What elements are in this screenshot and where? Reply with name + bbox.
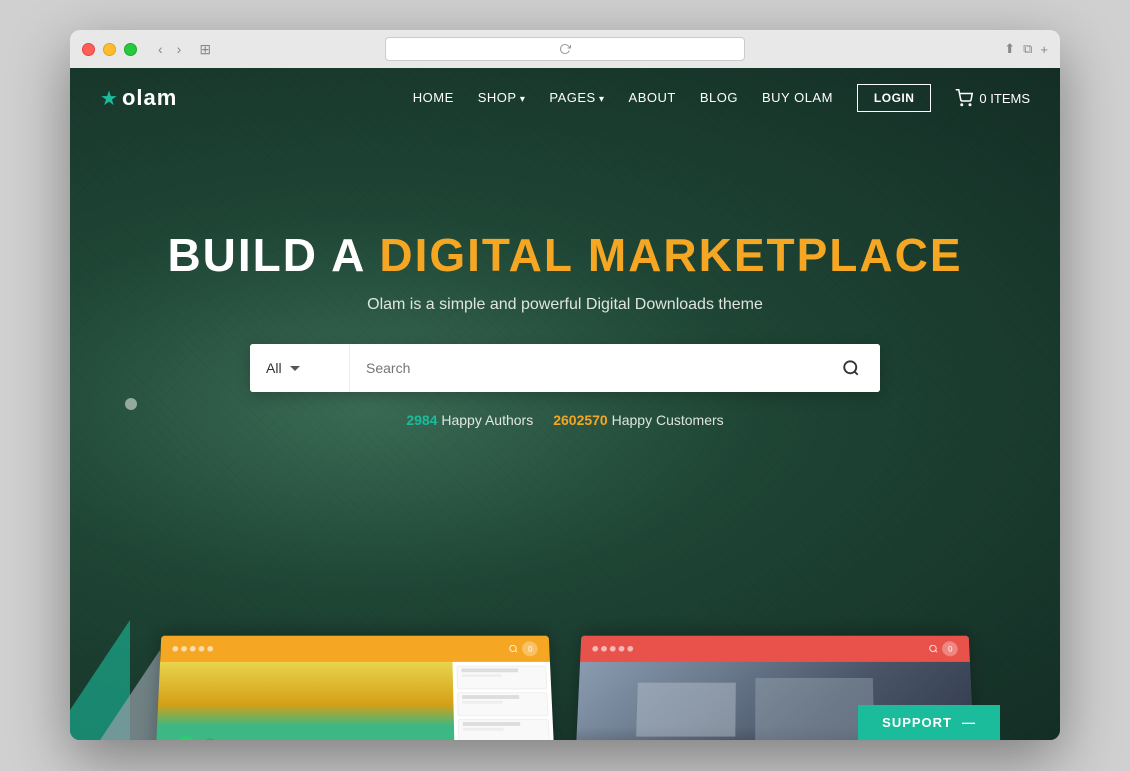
nav-links: HOME SHOP PAGES ABOUT BLOG BUY OLAM LOGI… <box>413 84 1030 112</box>
authors-stat: 2984 Happy Authors <box>406 412 533 428</box>
nav-link-buy[interactable]: BUY OLAM <box>762 90 833 105</box>
titlebar-actions: ⬆ ⧉ + <box>1004 41 1048 57</box>
search-input[interactable] <box>350 344 822 392</box>
nav-item-login[interactable]: LOGIN <box>857 84 932 112</box>
nav-item-home[interactable]: HOME <box>413 89 454 107</box>
cart-icon <box>955 89 973 107</box>
customers-count: 2602570 <box>553 412 608 428</box>
nav-link-about[interactable]: ABOUT <box>629 90 676 105</box>
nav-item-pages[interactable]: PAGES <box>549 89 604 107</box>
browser-window: ‹ › ⊞ ⬆ ⧉ + ★ olam HOME SHOP PAGES <box>70 30 1060 740</box>
window-mode-button[interactable]: ⊞ <box>194 39 216 60</box>
hero-title-white: BUILD A <box>167 229 364 281</box>
support-button[interactable]: SUPPORT — <box>858 705 1000 740</box>
hero-title-yellow: DIGITAL MARKETPLACE <box>379 229 962 281</box>
share-button[interactable]: ⬆ <box>1004 41 1015 57</box>
pagination-dot[interactable] <box>125 398 137 410</box>
customers-label: Happy Customers <box>612 412 724 428</box>
hero-content: BUILD A DIGITAL MARKETPLACE Olam is a si… <box>70 128 1060 428</box>
nav-link-blog[interactable]: BLOG <box>700 90 738 105</box>
address-bar[interactable] <box>385 37 745 61</box>
nav-item-about[interactable]: ABOUT <box>629 89 676 107</box>
navbar: ★ olam HOME SHOP PAGES ABOUT BLOG BUY OL… <box>70 68 1060 128</box>
nav-link-pages[interactable]: PAGES <box>549 90 604 105</box>
logo-text: olam <box>122 85 177 111</box>
ss-left-header: 0 <box>160 636 550 662</box>
forward-button[interactable]: › <box>172 39 187 59</box>
fullscreen-button[interactable] <box>124 43 137 56</box>
search-icon <box>842 359 860 377</box>
support-minus: — <box>962 715 976 730</box>
logo[interactable]: ★ olam <box>100 85 177 111</box>
nav-link-shop[interactable]: SHOP <box>478 90 526 105</box>
nav-item-cart[interactable]: 0 ITEMS <box>955 89 1030 107</box>
expand-button[interactable]: + <box>1040 42 1048 57</box>
nav-item-shop[interactable]: SHOP <box>478 89 526 107</box>
hero-title: BUILD A DIGITAL MARKETPLACE <box>70 228 1060 282</box>
ss-left-body <box>155 662 555 740</box>
titlebar: ‹ › ⊞ ⬆ ⧉ + <box>70 30 1060 68</box>
nav-link-home[interactable]: HOME <box>413 90 454 105</box>
hero-subtitle: Olam is a simple and powerful Digital Do… <box>70 296 1060 314</box>
nav-item-buy[interactable]: BUY OLAM <box>762 89 833 107</box>
titlebar-nav: ‹ › <box>153 39 186 59</box>
refresh-icon <box>559 43 571 55</box>
support-label: SUPPORT <box>882 715 952 730</box>
traffic-lights <box>82 43 137 56</box>
search-category-dropdown[interactable]: All <box>250 344 350 392</box>
authors-label: Happy Authors <box>441 412 533 428</box>
ss-right-header: 0 <box>580 636 970 662</box>
login-button[interactable]: LOGIN <box>857 84 932 112</box>
search-bar: All <box>250 344 880 392</box>
nav-item-blog[interactable]: BLOG <box>700 89 738 107</box>
authors-count: 2984 <box>406 412 437 428</box>
customers-stat: 2602570 Happy Customers <box>553 412 723 428</box>
category-label: All <box>266 360 282 376</box>
close-button[interactable] <box>82 43 95 56</box>
website-content: ★ olam HOME SHOP PAGES ABOUT BLOG BUY OL… <box>70 68 1060 740</box>
back-button[interactable]: ‹ <box>153 39 168 59</box>
cart-count: 0 ITEMS <box>979 91 1030 106</box>
stats-bar: 2984 Happy Authors 2602570 Happy Custome… <box>70 412 1060 428</box>
dropdown-arrow-icon <box>290 363 300 373</box>
minimize-button[interactable] <box>103 43 116 56</box>
duplicate-button[interactable]: ⧉ <box>1023 41 1032 57</box>
screenshot-left: 0 <box>155 636 555 740</box>
logo-star-icon: ★ <box>100 86 118 111</box>
search-button[interactable] <box>822 344 880 392</box>
